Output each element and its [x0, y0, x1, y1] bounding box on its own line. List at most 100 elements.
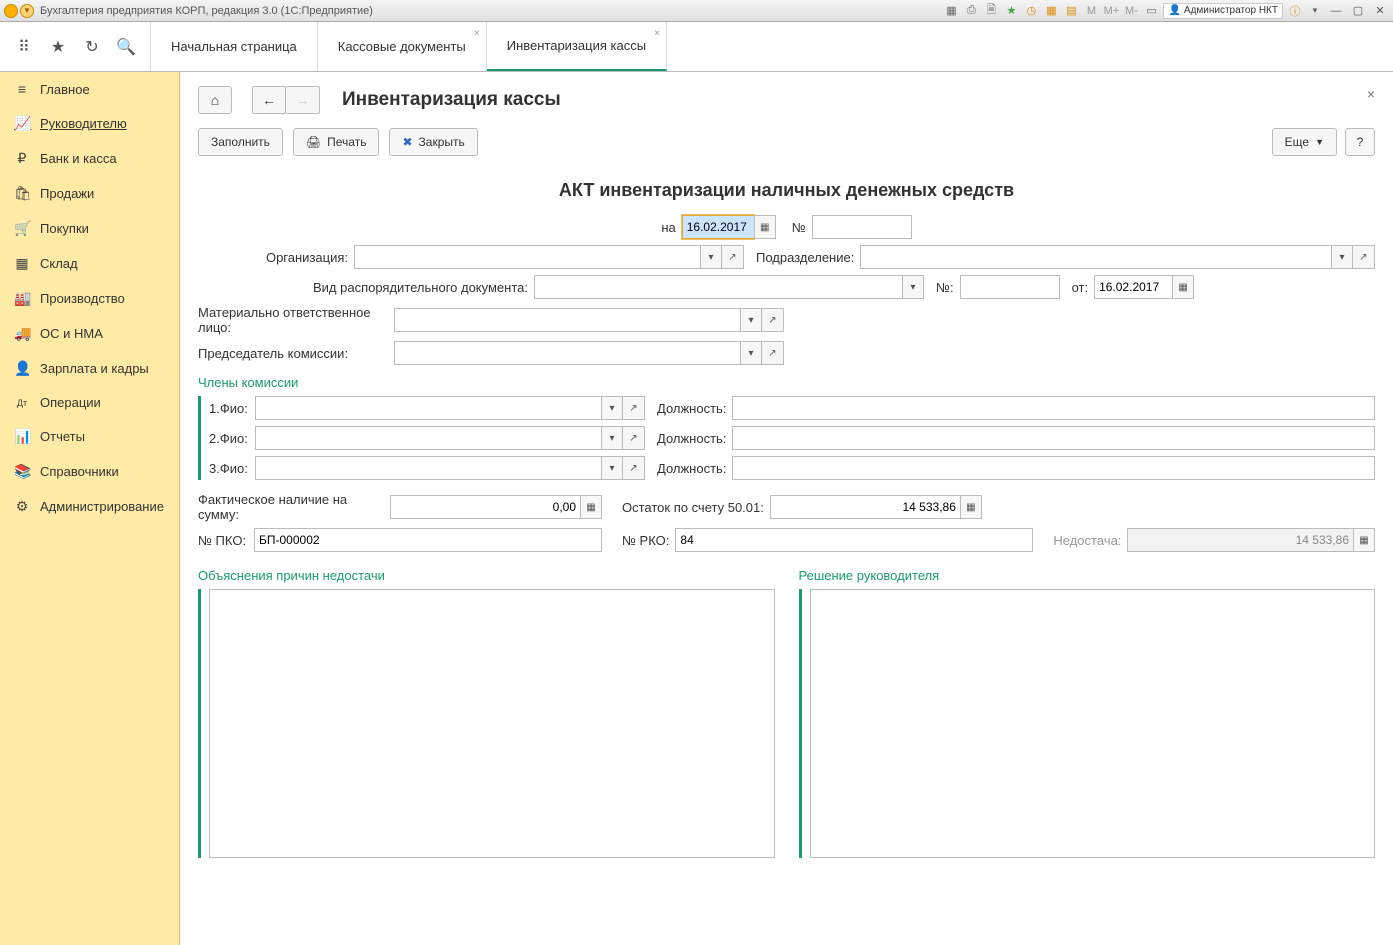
tab-close-icon[interactable]: × — [654, 28, 660, 39]
window-maximize[interactable]: ▢ — [1349, 3, 1367, 19]
calendar-icon[interactable]: ▤ — [1063, 3, 1079, 19]
date-input[interactable] — [682, 215, 754, 239]
chevron-down-icon[interactable]: ▾ — [700, 245, 722, 269]
open-icon[interactable]: ↗ — [1353, 245, 1375, 269]
person-icon: 👤 — [14, 360, 30, 377]
sidebar-item-bank[interactable]: ₽Банк и касса — [0, 141, 179, 176]
tab-inventory[interactable]: Инвентаризация кассы × — [487, 22, 667, 71]
calendar-picker-icon[interactable]: ▦ — [754, 215, 776, 239]
open-icon[interactable]: ↗ — [762, 308, 784, 332]
calculator-icon[interactable]: ▦ — [960, 495, 982, 519]
calculator-icon[interactable]: ▦ — [580, 495, 602, 519]
order-num-input[interactable] — [960, 275, 1060, 299]
back-button[interactable]: ← — [252, 86, 286, 114]
balance-input[interactable] — [770, 495, 960, 519]
clock-icon[interactable]: ◷ — [1023, 3, 1039, 19]
tab-home[interactable]: Начальная страница — [151, 22, 318, 71]
label-balance: Остаток по счету 50.01: — [622, 500, 764, 515]
sidebar-item-refs[interactable]: 📚Справочники — [0, 454, 179, 489]
chevron-down-icon[interactable]: ▾ — [601, 426, 623, 450]
sidebar-item-reports[interactable]: 📊Отчеты — [0, 419, 179, 454]
calendar-picker-icon[interactable]: ▦ — [1172, 275, 1194, 299]
toolbar-icon[interactable]: ▦ — [943, 3, 959, 19]
open-icon[interactable]: ↗ — [722, 245, 744, 269]
chevron-down-icon[interactable]: ▾ — [1331, 245, 1353, 269]
mem-mplus[interactable]: M+ — [1103, 3, 1119, 19]
order-date-input[interactable] — [1094, 275, 1172, 299]
sidebar-item-sales[interactable]: 🛍Продажи — [0, 176, 179, 211]
sidebar-item-label: Производство — [40, 291, 125, 306]
help-button[interactable]: ? — [1345, 128, 1375, 156]
pos1-input[interactable] — [732, 396, 1375, 420]
print-button[interactable]: 🖨Печать — [293, 128, 380, 156]
sidebar-item-assets[interactable]: 🚚ОС и НМА — [0, 316, 179, 351]
mem-m[interactable]: M — [1083, 3, 1099, 19]
tab-label: Начальная страница — [171, 39, 297, 54]
open-icon[interactable]: ↗ — [623, 426, 645, 450]
decision-textarea[interactable] — [810, 589, 1376, 858]
explanation-textarea[interactable] — [209, 589, 775, 858]
pko-input[interactable] — [254, 528, 602, 552]
chevron-down-icon[interactable]: ▾ — [902, 275, 924, 299]
pos3-input[interactable] — [732, 456, 1375, 480]
fio1-input[interactable] — [255, 396, 601, 420]
sidebar-item-purchases[interactable]: 🛒 Покупки — [0, 211, 179, 246]
print-icon[interactable]: ⎙ — [963, 3, 979, 19]
star-icon[interactable]: ★ — [1003, 3, 1019, 19]
close-button[interactable]: ✖Закрыть — [389, 128, 477, 156]
chevron-down-icon[interactable]: ▾ — [740, 341, 762, 365]
window-close[interactable]: ✕ — [1371, 3, 1389, 19]
chevron-down-icon[interactable]: ▾ — [740, 308, 762, 332]
chairman-input[interactable] — [394, 341, 740, 365]
doc-icon[interactable]: 🗎 — [983, 3, 999, 19]
mem-mminus[interactable]: M- — [1123, 3, 1139, 19]
history-icon[interactable]: ↻ — [82, 37, 102, 57]
forward-button[interactable]: → — [286, 86, 320, 114]
actual-sum-input[interactable] — [390, 495, 580, 519]
app-menu-dropdown-icon[interactable]: ▼ — [20, 4, 34, 18]
open-icon[interactable]: ↗ — [623, 396, 645, 420]
cart-icon: 🛒 — [14, 220, 30, 237]
calc-icon[interactable]: ▦ — [1043, 3, 1059, 19]
page-close-icon[interactable]: × — [1367, 86, 1375, 102]
sidebar-item-label: Склад — [40, 256, 78, 271]
sidebar-item-admin[interactable]: ⚙Администрирование — [0, 489, 179, 524]
sidebar-item-production[interactable]: 🏭Производство — [0, 281, 179, 316]
sidebar-item-manager[interactable]: 📈Руководителю — [0, 106, 179, 141]
user-box[interactable]: 👤 Администратор НКТ — [1163, 3, 1283, 19]
sidebar-item-warehouse[interactable]: ▦Склад — [0, 246, 179, 281]
window-minimize[interactable]: — — [1327, 3, 1345, 19]
dept-input[interactable] — [860, 245, 1331, 269]
number-input[interactable] — [812, 215, 912, 239]
menu-icon: ≡ — [14, 81, 30, 97]
apps-icon[interactable]: ⠿ — [14, 37, 34, 57]
form-title: АКТ инвентаризации наличных денежных сре… — [198, 180, 1375, 201]
sidebar-item-label: Покупки — [40, 221, 89, 236]
sidebar-item-main[interactable]: ≡Главное — [0, 72, 179, 106]
search-icon[interactable]: 🔍 — [116, 37, 136, 57]
info-icon[interactable]: ⓘ — [1287, 3, 1303, 19]
shortage-input — [1127, 528, 1353, 552]
resp-person-input[interactable] — [394, 308, 740, 332]
more-button[interactable]: Еще▼ — [1272, 128, 1337, 156]
favorites-icon[interactable]: ★ — [48, 37, 68, 57]
org-input[interactable] — [354, 245, 700, 269]
pos2-input[interactable] — [732, 426, 1375, 450]
home-button[interactable]: ⌂ — [198, 86, 232, 114]
fio2-input[interactable] — [255, 426, 601, 450]
open-icon[interactable]: ↗ — [623, 456, 645, 480]
fill-button[interactable]: Заполнить — [198, 128, 283, 156]
tab-cash-docs[interactable]: Кассовые документы × — [318, 22, 487, 71]
chevron-down-icon[interactable]: ▾ — [601, 456, 623, 480]
rko-input[interactable] — [675, 528, 1033, 552]
sidebar: ≡Главное 📈Руководителю ₽Банк и касса 🛍Пр… — [0, 72, 180, 945]
tab-close-icon[interactable]: × — [474, 28, 480, 39]
order-type-input[interactable] — [534, 275, 902, 299]
sidebar-item-salary[interactable]: 👤Зарплата и кадры — [0, 351, 179, 386]
fio3-input[interactable] — [255, 456, 601, 480]
open-icon[interactable]: ↗ — [762, 341, 784, 365]
chevron-down-icon[interactable]: ▾ — [601, 396, 623, 420]
window-icon[interactable]: ▭ — [1143, 3, 1159, 19]
dropdown-icon[interactable]: ▼ — [1307, 3, 1323, 19]
sidebar-item-operations[interactable]: ДтОперации — [0, 386, 179, 419]
